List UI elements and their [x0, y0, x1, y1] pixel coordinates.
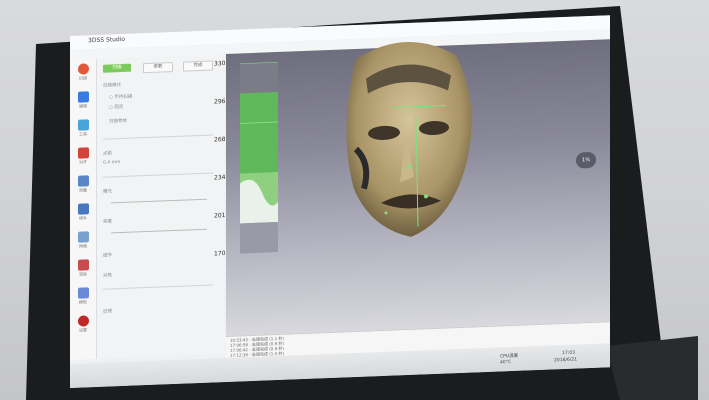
- panel-text: 点距: [103, 151, 112, 157]
- toolbar-item-model[interactable]: 模型: [73, 287, 93, 306]
- laptop-screen: 3DSS Studio 文件 编辑 视图 工具 帮助 扫描 编辑 工具: [70, 15, 610, 389]
- settings-panel: 扫描 参数 完成 扫描模式 ○ 手持扫描 ○ 固定 扫描物体 点距 0.4 mm…: [97, 54, 225, 359]
- exposure-slider[interactable]: [111, 198, 207, 204]
- panel-text: 对焦: [103, 273, 112, 279]
- toolbar-item-render[interactable]: 渲染: [73, 259, 93, 278]
- panel-text: 扫描模式: [103, 83, 121, 89]
- depth-histogram: [240, 62, 278, 254]
- tools-icon: [77, 119, 89, 131]
- repair-icon: [77, 203, 89, 215]
- depth-tick: 201: [214, 212, 226, 220]
- cpu-temp-label: CPU温度: [500, 353, 519, 360]
- model-icon: [77, 287, 89, 299]
- laptop: 3DSS Studio 文件 编辑 视图 工具 帮助 扫描 编辑 工具: [8, 6, 698, 400]
- logo-v-icon: [77, 315, 89, 327]
- toolbar-item-scan[interactable]: 扫描: [73, 63, 93, 82]
- measure-icon: [77, 175, 89, 187]
- depth-tick: 330: [214, 60, 226, 68]
- tab-scan[interactable]: 扫描: [103, 63, 131, 73]
- divider: [103, 284, 213, 290]
- tab-finish[interactable]: 完成: [183, 60, 213, 72]
- radio-handheld[interactable]: ○ 手持扫描: [109, 94, 132, 101]
- point-distance-value[interactable]: 0.4 mm: [103, 160, 120, 166]
- panel-text: 亮度: [103, 219, 112, 225]
- toolbar-item-tools[interactable]: 工具: [73, 119, 93, 138]
- panel-text: 纹理: [103, 309, 112, 315]
- brightness-slider[interactable]: [111, 228, 207, 234]
- toolbar-item-mesh[interactable]: 网格: [73, 231, 93, 250]
- toolbar-item-settings[interactable]: 设置: [73, 315, 93, 334]
- panel-text: 细节: [103, 253, 112, 259]
- mesh-icon: [77, 231, 89, 243]
- 3d-viewport[interactable]: 330 296 268 234 201 170 1%: [214, 39, 610, 337]
- toolbar-item-repair[interactable]: 修补: [73, 203, 93, 222]
- scan-icon: [77, 63, 89, 75]
- radio-fixed[interactable]: ○ 固定: [109, 104, 123, 111]
- depth-tick: 268: [214, 136, 226, 144]
- scanned-face-model: [346, 42, 472, 237]
- panel-text: 曝光: [103, 189, 112, 195]
- align-icon: [77, 147, 89, 159]
- divider: [103, 134, 213, 140]
- panel-text: 扫描物体: [109, 118, 127, 125]
- clock-time[interactable]: 17:03: [562, 351, 575, 356]
- toolbar-item-measure[interactable]: 测量: [73, 175, 93, 194]
- depth-tick: 234: [214, 174, 226, 182]
- depth-tick: 170: [214, 250, 226, 258]
- depth-tick: 296: [214, 98, 226, 106]
- tab-params[interactable]: 参数: [143, 62, 173, 74]
- render-icon: [77, 259, 89, 271]
- left-toolbar: 扫描 编辑 工具 对齐 测量 修补 网格 渲染 模型 设置: [70, 58, 97, 360]
- view-navigation-widget[interactable]: 1%: [576, 151, 596, 169]
- edit-icon: [77, 91, 89, 103]
- app-title: 3DSS Studio: [88, 35, 126, 45]
- toolbar-item-edit[interactable]: 编辑: [73, 91, 93, 110]
- clock-date[interactable]: 2018/6/21: [554, 358, 577, 364]
- divider: [103, 172, 213, 178]
- cpu-temp-value: 40°C: [500, 360, 512, 366]
- toolbar-item-align[interactable]: 对齐: [73, 147, 93, 166]
